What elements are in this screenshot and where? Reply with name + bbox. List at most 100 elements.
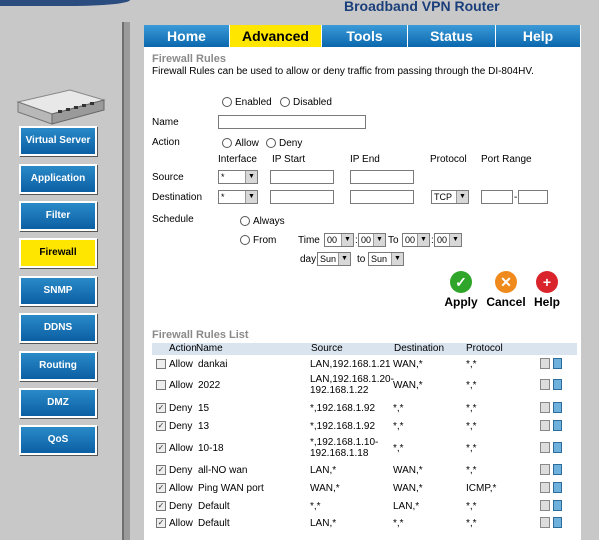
- sidebar-item-filter[interactable]: Filter: [19, 201, 97, 231]
- edit-icon[interactable]: [540, 482, 550, 493]
- row-protocol: *,*: [466, 517, 477, 529]
- row-checkbox[interactable]: [156, 380, 166, 390]
- destination-ip-start-input[interactable]: [270, 190, 334, 204]
- edit-icon[interactable]: [540, 420, 550, 431]
- tab-tools[interactable]: Tools: [322, 25, 408, 47]
- deny-radio[interactable]: Deny: [266, 138, 302, 149]
- tab-advanced[interactable]: Advanced: [230, 25, 322, 47]
- trash-icon[interactable]: [553, 464, 562, 475]
- sidebar-item-dmz[interactable]: DMZ: [19, 388, 97, 418]
- row-checkbox[interactable]: ✓: [156, 421, 166, 431]
- tab-home[interactable]: Home: [144, 25, 230, 47]
- time-to-min-value: 00: [437, 235, 448, 245]
- top-swoosh: [0, 0, 130, 6]
- trash-icon[interactable]: [553, 358, 562, 369]
- tab-status[interactable]: Status: [408, 25, 496, 47]
- sidebar-item-virtual-server[interactable]: Virtual Server: [19, 126, 97, 156]
- day-to-label: to: [357, 254, 366, 265]
- sidebar-item-routing[interactable]: Routing: [19, 351, 97, 381]
- time-from-hour-select[interactable]: 00 ▼: [324, 233, 354, 247]
- source-interface-select[interactable]: * ▼: [218, 170, 258, 184]
- edit-icon[interactable]: [540, 464, 550, 475]
- row-protocol: ICMP,*: [466, 482, 497, 494]
- table-row: ✓ Allow 10-18 *,192.168.1.10-192.168.1.18 *,…: [152, 436, 577, 460]
- sidebar-item-qos[interactable]: QoS: [19, 425, 97, 455]
- trash-icon[interactable]: [553, 500, 562, 511]
- sidebar-item-firewall[interactable]: Firewall: [19, 238, 97, 268]
- apply-button[interactable]: ✓ Apply: [442, 271, 480, 309]
- row-source: LAN,192.168.1.21: [310, 358, 391, 370]
- edit-icon[interactable]: [540, 402, 550, 413]
- ip-end-header: IP End: [350, 154, 380, 165]
- disabled-radio[interactable]: Disabled: [280, 97, 332, 108]
- day-to-select[interactable]: Sun ▼: [368, 252, 404, 266]
- row-source: *,192.168.1.92: [310, 420, 376, 432]
- protocol-select[interactable]: TCP ▼: [431, 190, 469, 204]
- row-checkbox[interactable]: ✓: [156, 483, 166, 493]
- sidebar-item-ddns[interactable]: DDNS: [19, 313, 97, 343]
- trash-icon[interactable]: [553, 482, 562, 493]
- sidebar-item-application[interactable]: Application: [19, 164, 97, 194]
- time-from-min-select[interactable]: 00 ▼: [358, 233, 386, 247]
- row-source: LAN,*: [310, 464, 337, 476]
- dropdown-arrow-icon: ▼: [417, 234, 429, 246]
- day-label: day: [300, 254, 317, 265]
- edit-icon[interactable]: [540, 442, 550, 453]
- radio-icon: [222, 97, 232, 108]
- row-destination: *,*: [393, 517, 404, 529]
- enabled-radio[interactable]: Enabled: [222, 97, 272, 108]
- trash-icon[interactable]: [553, 442, 562, 453]
- row-action: Allow: [169, 379, 193, 391]
- deny-label: Deny: [279, 138, 303, 149]
- destination-ip-end-input[interactable]: [350, 190, 414, 204]
- help-label: Help: [533, 295, 560, 309]
- day-from-select[interactable]: Sun ▼: [317, 252, 351, 266]
- row-source: WAN,*: [310, 482, 340, 494]
- source-ip-end-input[interactable]: [350, 170, 414, 184]
- time-to-min-select[interactable]: 00 ▼: [434, 233, 462, 247]
- port-start-input[interactable]: [481, 190, 513, 204]
- row-destination: WAN,*: [393, 379, 423, 391]
- port-end-input[interactable]: [518, 190, 548, 204]
- main-tabs: Home Advanced Tools Status Help: [144, 25, 581, 47]
- check-icon: ✓: [450, 271, 472, 293]
- row-checkbox[interactable]: [156, 359, 166, 369]
- row-checkbox[interactable]: ✓: [156, 465, 166, 475]
- row-checkbox[interactable]: ✓: [156, 403, 166, 413]
- row-action: Deny: [169, 500, 193, 512]
- edit-icon[interactable]: [540, 358, 550, 369]
- row-name: 13: [198, 420, 210, 432]
- always-radio[interactable]: Always: [240, 216, 285, 227]
- from-radio[interactable]: From: [240, 235, 276, 246]
- source-ip-start-input[interactable]: [270, 170, 334, 184]
- day-to-value: Sun: [371, 254, 388, 264]
- destination-interface-select[interactable]: * ▼: [218, 190, 258, 204]
- edit-icon[interactable]: [540, 517, 550, 528]
- edit-icon[interactable]: [540, 500, 550, 511]
- schedule-label: Schedule: [152, 214, 194, 225]
- trash-icon[interactable]: [553, 420, 562, 431]
- dropdown-arrow-icon: ▼: [456, 191, 468, 203]
- name-input[interactable]: [218, 115, 366, 129]
- trash-icon[interactable]: [553, 379, 562, 390]
- trash-icon[interactable]: [553, 402, 562, 413]
- time-to-hour-select[interactable]: 00 ▼: [402, 233, 430, 247]
- help-button[interactable]: + Help: [530, 271, 564, 309]
- row-name: dankai: [198, 358, 228, 370]
- table-row: Allow 2022 LAN,192.168.1.20-192.168.1.22 WA…: [152, 373, 577, 397]
- edit-icon[interactable]: [540, 379, 550, 390]
- trash-icon[interactable]: [553, 517, 562, 528]
- row-checkbox[interactable]: ✓: [156, 443, 166, 453]
- port-range-dash: -: [514, 192, 518, 203]
- allow-radio[interactable]: Allow: [222, 138, 259, 149]
- row-name: Default: [198, 500, 230, 512]
- cancel-button[interactable]: ✕ Cancel: [484, 271, 528, 309]
- always-label: Always: [253, 216, 285, 227]
- table-row: Allow dankai LAN,192.168.1.21 WAN,* *,*: [152, 357, 577, 371]
- from-label: From: [253, 235, 277, 246]
- row-checkbox[interactable]: ✓: [156, 518, 166, 528]
- tab-help[interactable]: Help: [496, 25, 581, 47]
- row-protocol: *,*: [466, 402, 477, 414]
- row-checkbox[interactable]: ✓: [156, 501, 166, 511]
- sidebar-item-snmp[interactable]: SNMP: [19, 276, 97, 306]
